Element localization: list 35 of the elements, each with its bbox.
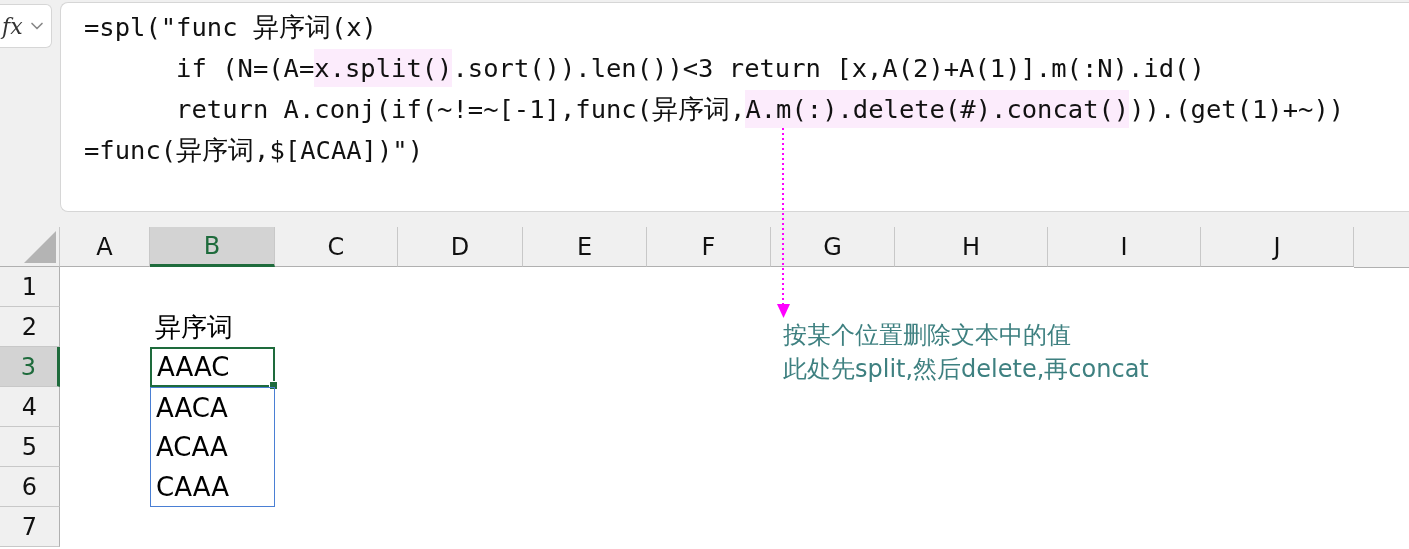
corner-triangle-icon (24, 231, 56, 263)
function-label: fx (2, 13, 23, 39)
column-header[interactable]: H (895, 227, 1048, 267)
column-header[interactable]: D (398, 227, 523, 267)
column-header[interactable]: I (1048, 227, 1201, 267)
row-header[interactable]: 6 (0, 467, 60, 507)
table-cell[interactable]: 异序词 (150, 307, 275, 347)
column-header[interactable]: J (1201, 227, 1354, 267)
column-header[interactable] (1354, 227, 1409, 268)
fill-handle[interactable] (269, 381, 278, 390)
column-header[interactable]: G (771, 227, 895, 267)
column-header[interactable]: C (275, 227, 398, 267)
column-header[interactable]: A (60, 227, 150, 267)
row-header[interactable]: 5 (0, 427, 60, 467)
table-cell[interactable]: CAAA (150, 467, 275, 507)
row-header[interactable]: 7 (0, 507, 60, 547)
formula-field[interactable]: =spl("func 异序词(x) if (N=(A=x.split().sort()).len())<3 return [x,A(2)+A(1)].m(:N).id() return A.conj(if(~!=~[-1],func(异序词,A.m(:).delete(#).concat())).(get(1)+~)) =func(异序词,$[ACAA])") (60, 2, 1409, 212)
column-header[interactable]: E (523, 227, 647, 267)
formula-line: =spl("func 异序词(x) (84, 11, 378, 44)
table-cell[interactable]: AACA (150, 387, 275, 427)
table-cell[interactable]: AAAC (150, 347, 275, 387)
row-header[interactable]: 3 (0, 347, 60, 387)
row-header[interactable]: 2 (0, 307, 60, 347)
annotation-text: 按某个位置删除文本中的值 (783, 320, 1072, 351)
row-header[interactable]: 4 (0, 387, 60, 427)
table-cell[interactable]: ACAA (150, 427, 275, 467)
formula-line: if (N=(A=x.split().sort()).len())<3 return [x,A(2)+A(1)].m(:N).id() (84, 48, 1409, 89)
column-header[interactable]: F (647, 227, 771, 267)
function-button[interactable]: fx (0, 4, 52, 48)
row-header[interactable]: 1 (0, 267, 60, 307)
formula-line: return A.conj(if(~!=~[-1],func(异序词,A.m(:).delete(#).concat())).(get(1)+~)) (84, 89, 1409, 130)
formula-line: =func(异序词,$[ACAA])") (84, 134, 424, 167)
select-all-button[interactable] (0, 227, 60, 267)
annotation-text: 此处先split,然后delete,再concat (783, 354, 1149, 385)
column-header[interactable]: B (150, 227, 275, 267)
